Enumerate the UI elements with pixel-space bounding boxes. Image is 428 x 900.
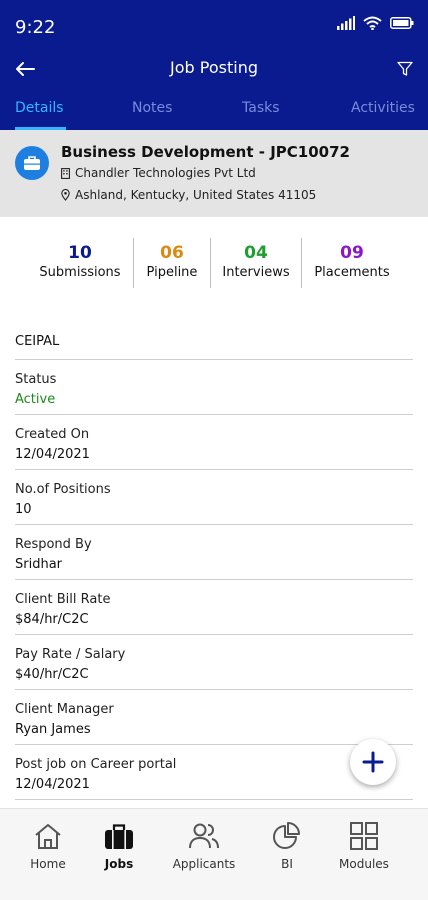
nav-label: BI <box>281 857 293 871</box>
grid-icon <box>350 822 378 850</box>
bottom-navigation: Home Jobs Applicants BI Modules <box>0 808 428 900</box>
add-fab-button[interactable] <box>350 739 396 785</box>
detail-label: Client Manager <box>15 702 114 717</box>
job-location-line: Ashland, Kentucky, United States 41105 <box>61 188 316 202</box>
stat-label: Placements <box>314 265 390 280</box>
job-title: Business Development - JPC10072 <box>61 143 350 161</box>
signal-icon <box>337 16 355 30</box>
divider <box>210 238 211 288</box>
tab-details[interactable]: Details <box>15 100 64 116</box>
nav-applicants[interactable]: Applicants <box>166 819 242 871</box>
detail-value: Sridhar <box>15 557 63 572</box>
detail-value: $40/hr/C2C <box>15 667 89 682</box>
home-icon <box>35 824 61 849</box>
plus-icon <box>362 751 384 773</box>
page-title: Job Posting <box>170 58 258 77</box>
stat-pipeline[interactable]: 06 Pipeline <box>136 238 208 288</box>
tab-tasks[interactable]: Tasks <box>242 100 280 116</box>
source-label: CEIPAL <box>15 334 60 349</box>
detail-value: 12/04/2021 <box>15 447 90 462</box>
stat-label: Pipeline <box>146 265 198 280</box>
detail-value: 10 <box>15 502 32 517</box>
detail-label: No.of Positions <box>15 482 111 497</box>
app-bar: Job Posting <box>0 52 428 86</box>
divider <box>301 238 302 288</box>
detail-label: Respond By <box>15 537 92 552</box>
nav-label: Modules <box>339 857 389 871</box>
detail-row-source: CEIPAL <box>15 328 413 360</box>
detail-value: $84/hr/C2C <box>15 612 89 627</box>
detail-row-client-bill-rate: Client Bill Rate $84/hr/C2C <box>15 580 413 635</box>
nav-home[interactable]: Home <box>23 819 73 871</box>
header: 9:22 Job Posting Details Notes Tasks Act… <box>0 0 428 130</box>
detail-row-client-manager: Client Manager Ryan James <box>15 690 413 745</box>
nav-bi[interactable]: BI <box>267 819 307 871</box>
nav-label: Applicants <box>172 857 236 871</box>
detail-row-respond-by: Respond By Sridhar <box>15 525 413 580</box>
location-pin-icon <box>61 189 70 201</box>
nav-label: Home <box>30 857 66 871</box>
stats-row: 10 Submissions 06 Pipeline 04 Interviews… <box>0 238 428 288</box>
users-icon <box>189 823 219 849</box>
detail-row-status: Status Active <box>15 360 413 415</box>
job-summary-card: Business Development - JPC10072 Chandler… <box>0 130 428 217</box>
stat-interviews[interactable]: 04 Interviews <box>212 238 300 288</box>
nav-modules[interactable]: Modules <box>334 819 394 871</box>
job-avatar <box>15 146 49 180</box>
detail-label: Client Bill Rate <box>15 592 111 607</box>
job-location: Ashland, Kentucky, United States 41105 <box>75 188 317 202</box>
job-company: Chandler Technologies Pvt Ltd <box>75 166 256 180</box>
filter-button[interactable] <box>394 58 416 80</box>
status-bar: 9:22 <box>0 0 428 52</box>
status-time: 9:22 <box>15 17 56 38</box>
detail-label: Created On <box>15 427 90 442</box>
detail-label: Pay Rate / Salary <box>15 647 126 662</box>
stat-placements[interactable]: 09 Placements <box>303 238 401 288</box>
status-icons <box>337 16 414 30</box>
job-details-list: CEIPAL Status Active Created On 12/04/20… <box>15 328 413 800</box>
detail-label: Status <box>15 372 57 387</box>
divider <box>133 238 134 288</box>
stat-value: 10 <box>68 243 92 263</box>
detail-row-positions: No.of Positions 10 <box>15 470 413 525</box>
job-company-line: Chandler Technologies Pvt Ltd <box>61 166 256 180</box>
stat-value: 06 <box>160 243 184 263</box>
tab-notes[interactable]: Notes <box>132 100 172 116</box>
briefcase-icon <box>24 156 40 170</box>
battery-icon <box>390 17 414 29</box>
detail-value: Ryan James <box>15 722 91 737</box>
wifi-icon <box>363 16 382 30</box>
detail-label: Post job on Career portal <box>15 757 177 772</box>
stat-value: 09 <box>340 243 364 263</box>
detail-value: 12/04/2021 <box>15 777 90 792</box>
stat-label: Submissions <box>39 265 121 280</box>
briefcase-icon <box>105 824 133 849</box>
tab-bar: Details Notes Tasks Activities <box>0 92 428 130</box>
pie-chart-icon <box>273 822 300 849</box>
nav-jobs[interactable]: Jobs <box>96 819 142 871</box>
stat-label: Interviews <box>222 265 290 280</box>
nav-label: Jobs <box>104 857 134 871</box>
tab-activities[interactable]: Activities <box>351 100 415 116</box>
stat-submissions[interactable]: 10 Submissions <box>30 238 130 288</box>
status-value: Active <box>15 392 56 407</box>
detail-row-pay-rate: Pay Rate / Salary $40/hr/C2C <box>15 635 413 690</box>
stat-value: 04 <box>244 243 268 263</box>
filter-icon <box>397 61 413 76</box>
detail-row-created-on: Created On 12/04/2021 <box>15 415 413 470</box>
building-icon <box>61 167 70 179</box>
